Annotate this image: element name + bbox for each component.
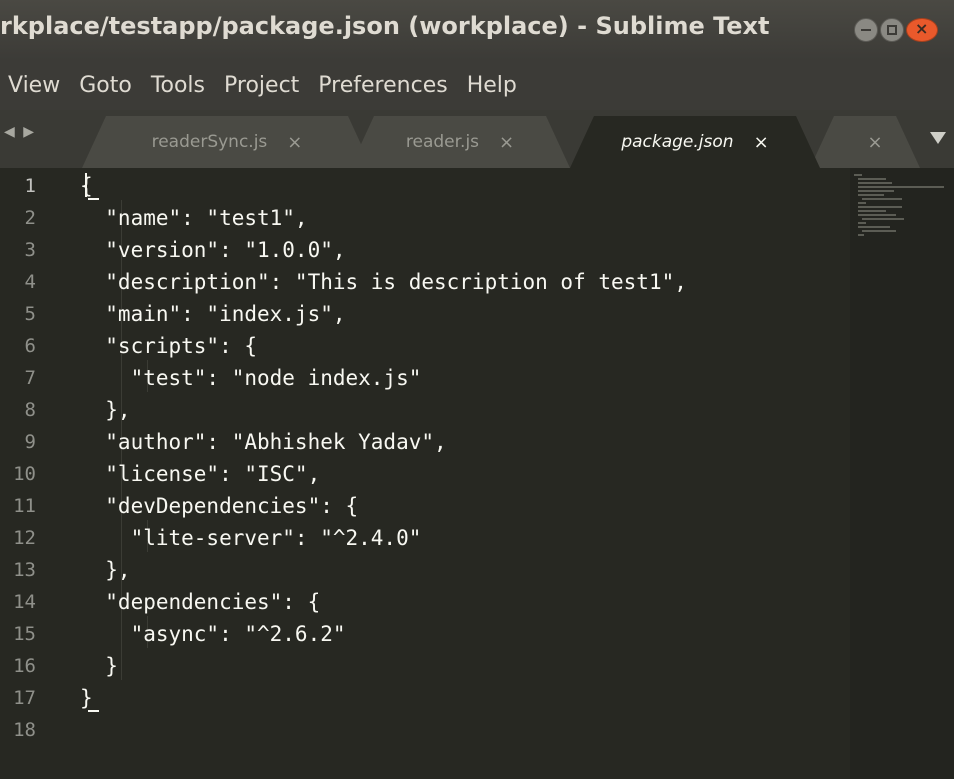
tab-label: readerSync.js (151, 132, 268, 152)
code-line: "lite-server": "^2.4.0" (80, 526, 422, 550)
tab-close-icon[interactable]: × (287, 132, 302, 153)
menu-help[interactable]: Help (467, 73, 530, 98)
tab-scroll-arrows-icon[interactable]: ◀ ▶ (4, 124, 36, 140)
text-cursor (85, 173, 87, 197)
code-line: "test": "node index.js" (80, 366, 422, 390)
line-number: 3 (24, 239, 36, 261)
code-line: "async": "^2.6.2" (80, 622, 346, 646)
bracket-match-open (88, 198, 99, 200)
tab-close-icon[interactable]: × (754, 132, 769, 153)
line-number: 13 (13, 559, 36, 581)
tab-package-json[interactable]: package.json × (570, 116, 820, 168)
minimap-line (862, 198, 902, 200)
tab-reader-js[interactable]: reader.js × (350, 116, 570, 168)
code-line: "devDependencies": { (80, 494, 359, 518)
maximize-button[interactable] (880, 18, 904, 42)
line-number: 7 (24, 367, 36, 389)
minimap-line (858, 178, 886, 180)
minimap-line (858, 226, 890, 228)
bracket-match-close (88, 710, 99, 712)
close-window-button[interactable]: × (906, 18, 938, 42)
line-number: 1 (24, 175, 36, 197)
minimap-line (858, 206, 902, 208)
line-number: 2 (24, 207, 36, 229)
minimap-line (858, 222, 866, 224)
minimap-line (862, 230, 896, 232)
tab-bar: ◀ ▶ readerSync.js × reader.js × × packag… (0, 110, 954, 168)
code-line: "main": "index.js", (80, 302, 346, 326)
tab-close-icon[interactable]: × (867, 132, 882, 153)
minimize-button[interactable] (854, 18, 878, 42)
line-number: 9 (24, 431, 36, 453)
code-line: "dependencies": { (80, 590, 321, 614)
code-line: "author": "Abhishek Yadav", (80, 430, 447, 454)
code-line: } (80, 654, 118, 678)
tab-label: package.json (621, 132, 734, 152)
editor-pane[interactable]: 123456789101112131415161718 { "name": "t… (0, 168, 954, 779)
line-number: 11 (13, 495, 36, 517)
line-number: 8 (24, 399, 36, 421)
line-number: 18 (13, 719, 36, 741)
minimap-line (854, 174, 862, 176)
code-line: "description": "This is description of t… (80, 270, 687, 294)
tab-shape (810, 116, 920, 168)
code-line: }, (80, 558, 131, 582)
code-line: "license": "ISC", (80, 462, 321, 486)
minimap-line (858, 234, 864, 236)
code-line: "scripts": { (80, 334, 258, 358)
menu-bar: View Goto Tools Project Preferences Help (0, 60, 954, 110)
line-number: 6 (24, 335, 36, 357)
code-line: }, (80, 398, 131, 422)
tab-close-icon[interactable]: × (499, 132, 514, 153)
tab-readersync-js[interactable]: readerSync.js × (82, 116, 372, 168)
line-number: 12 (13, 527, 36, 549)
minimap-line (858, 186, 944, 188)
code-line: "version": "1.0.0", (80, 238, 346, 262)
line-number: 14 (13, 591, 36, 613)
menu-view[interactable]: View (8, 73, 73, 98)
minimap-line (858, 214, 896, 216)
line-number-gutter: 1 2 3 4 5 6 7 8 9 10 11 12 13 14 15 16 17 18 (0, 168, 78, 779)
minimap-line (858, 190, 894, 192)
minimap-line (862, 218, 904, 220)
minimap-line (858, 210, 886, 212)
title-bar: rkplace/testapp/package.json (workplace)… (0, 0, 954, 60)
minimap-line (858, 182, 892, 184)
line-number: 16 (13, 655, 36, 677)
line-number: 10 (13, 463, 36, 485)
line-number: 5 (24, 303, 36, 325)
tab-label: reader.js (405, 132, 480, 152)
minimap[interactable] (850, 168, 954, 779)
close-icon: × (915, 19, 929, 38)
minimap-line (858, 202, 866, 204)
menu-goto[interactable]: Goto (79, 73, 145, 98)
triangle-down-icon[interactable] (930, 132, 946, 144)
minimap-line (858, 194, 884, 196)
menu-preferences[interactable]: Preferences (318, 73, 460, 98)
code-area[interactable]: { "name": "test1", "version": "1.0.0", "… (80, 168, 850, 779)
menu-tools[interactable]: Tools (151, 73, 218, 98)
tab-hidden[interactable]: × (810, 116, 920, 168)
window-title: rkplace/testapp/package.json (workplace)… (0, 12, 770, 40)
line-number: 4 (24, 271, 36, 293)
line-number: 17 (13, 687, 36, 709)
code-line: "name": "test1", (80, 206, 308, 230)
menu-project[interactable]: Project (224, 73, 312, 98)
line-number: 15 (13, 623, 36, 645)
